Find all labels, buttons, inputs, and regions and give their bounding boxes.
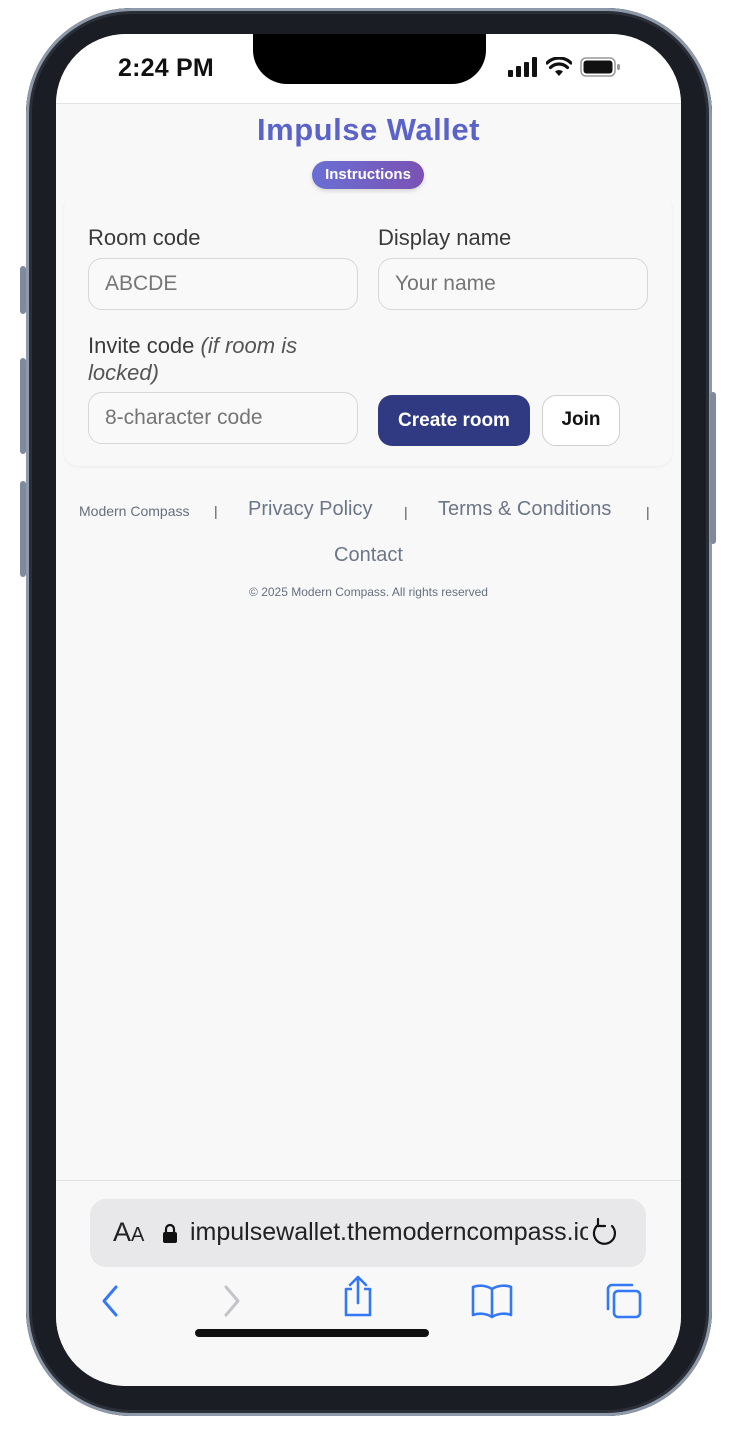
- safari-toolbar: AA impulsewallet.themoderncompass.io: [56, 1180, 681, 1386]
- display-name-input[interactable]: [378, 258, 648, 310]
- invite-code-label-text: Invite code: [88, 333, 195, 358]
- power-button: [710, 392, 716, 544]
- text-size-button[interactable]: AA: [113, 1217, 144, 1248]
- terms-link[interactable]: Terms & Conditions: [438, 498, 611, 521]
- text-size-label-big: A: [113, 1217, 132, 1247]
- invite-code-label: Invite code (if room is locked): [88, 332, 338, 386]
- mute-switch: [20, 266, 26, 314]
- privacy-policy-link[interactable]: Privacy Policy: [248, 498, 372, 521]
- browser-nav: [56, 1275, 681, 1331]
- status-divider: [56, 103, 681, 104]
- join-button[interactable]: Join: [542, 395, 620, 446]
- create-room-button[interactable]: Create room: [378, 395, 530, 446]
- footer-separator: |: [214, 503, 218, 519]
- volume-down-button: [20, 481, 26, 577]
- signal-icon: [508, 57, 537, 77]
- instructions-button[interactable]: Instructions: [312, 161, 424, 189]
- display-name-label: Display name: [378, 225, 512, 250]
- lock-icon: [163, 1223, 177, 1243]
- room-code-label: Room code: [88, 225, 201, 250]
- share-icon[interactable]: [340, 1275, 376, 1324]
- room-code-input[interactable]: [88, 258, 358, 310]
- footer-company: Modern Compass: [79, 503, 190, 519]
- tabs-icon[interactable]: [604, 1281, 644, 1326]
- dynamic-notch: [253, 34, 486, 84]
- url-text[interactable]: impulsewallet.themoderncompass.io: [190, 1218, 588, 1247]
- contact-link[interactable]: Contact: [56, 544, 681, 567]
- screen: 2:24 PM Impulse Wallet Instructions Room…: [56, 34, 681, 1386]
- wifi-icon: [546, 57, 572, 76]
- text-size-label-small: A: [131, 1224, 145, 1246]
- address-bar[interactable]: AA impulsewallet.themoderncompass.io: [90, 1199, 646, 1267]
- back-icon[interactable]: [96, 1281, 126, 1326]
- volume-up-button: [20, 358, 26, 454]
- forward-icon[interactable]: [216, 1281, 246, 1326]
- home-indicator[interactable]: [195, 1329, 429, 1337]
- app-title: Impulse Wallet: [257, 112, 480, 147]
- status-time: 2:24 PM: [118, 54, 214, 82]
- bookmarks-icon[interactable]: [470, 1281, 514, 1326]
- status-icons: [508, 56, 622, 78]
- invite-code-input[interactable]: [88, 392, 358, 444]
- footer-separator: |: [646, 504, 650, 520]
- status-bar: 2:24 PM: [56, 34, 681, 104]
- reload-icon[interactable]: [590, 1217, 620, 1249]
- footer-separator: |: [404, 504, 408, 520]
- battery-icon: [580, 57, 620, 77]
- copyright-text: © 2025 Modern Compass. All rights reserv…: [249, 585, 488, 599]
